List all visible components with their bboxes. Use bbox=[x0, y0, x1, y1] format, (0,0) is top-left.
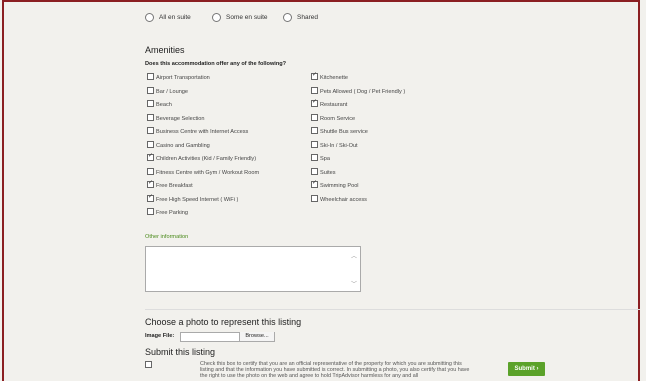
amenity-label: Swimming Pool bbox=[320, 183, 359, 189]
radio-all-en-suite[interactable]: All en suite bbox=[145, 13, 191, 22]
certify-checkbox[interactable] bbox=[145, 361, 152, 368]
amenity-children-activities-kid-family-friendly[interactable]: Children Activities (Kid / Family Friend… bbox=[147, 152, 257, 163]
amenity-free-breakfast[interactable]: Free Breakfast bbox=[147, 179, 193, 190]
amenity-label: Ski-In / Ski-Out bbox=[320, 142, 358, 149]
amenity-checkbox[interactable] bbox=[311, 127, 318, 134]
scroll-down-icon[interactable]: ﹀ bbox=[351, 279, 357, 288]
amenity-label: Beach bbox=[156, 102, 172, 108]
image-file-input[interactable]: Browse... bbox=[180, 332, 275, 342]
amenity-beach[interactable]: Beach bbox=[147, 100, 172, 109]
amenity-free-parking[interactable]: Free Parking bbox=[147, 208, 188, 217]
radio-label: All en suite bbox=[159, 14, 191, 22]
amenity-suites[interactable]: Suites bbox=[311, 167, 336, 177]
amenity-label: Free Breakfast bbox=[156, 183, 193, 189]
amenity-label: Business Centre with Internet Access bbox=[156, 129, 249, 135]
amenity-label: Free Parking bbox=[156, 210, 189, 216]
other-information-label: Other information bbox=[145, 234, 189, 240]
amenity-spa[interactable]: Spa bbox=[311, 154, 330, 163]
amenity-checkbox[interactable] bbox=[311, 167, 318, 175]
amenities-question: Does this accommodation offer any of the… bbox=[145, 61, 287, 67]
amenity-checkbox[interactable] bbox=[311, 113, 318, 121]
chevron-right-icon: › bbox=[536, 366, 539, 372]
amenity-label: Fitness Centre with Gym / Workout Room bbox=[156, 169, 260, 176]
amenity-label: Kitchenette bbox=[320, 75, 348, 81]
page-frame bbox=[2, 0, 640, 381]
amenity-label: Pets Allowed ( Dog / Pet Friendly ) bbox=[320, 88, 406, 95]
amenity-checkbox[interactable] bbox=[311, 154, 318, 161]
amenity-beverage-selection[interactable]: Beverage Selection bbox=[147, 113, 205, 123]
radio-some-en-suite[interactable]: Some en suite bbox=[212, 13, 268, 22]
radio-circle[interactable] bbox=[212, 13, 221, 22]
amenity-checkbox[interactable] bbox=[147, 208, 154, 215]
amenity-checkbox[interactable] bbox=[147, 167, 154, 175]
image-file-label: Image File: bbox=[145, 333, 175, 339]
amenity-kitchenette[interactable]: Kitchenette bbox=[311, 71, 348, 82]
amenity-label: Suites bbox=[320, 169, 336, 176]
other-information-textarea[interactable]: ︿ ﹀ bbox=[145, 246, 361, 292]
amenity-checkbox[interactable] bbox=[311, 86, 318, 94]
amenity-checkbox[interactable] bbox=[147, 179, 154, 188]
radio-circle[interactable] bbox=[145, 13, 154, 22]
amenity-label: Room Service bbox=[320, 115, 356, 122]
amenity-checkbox[interactable] bbox=[147, 113, 154, 121]
amenity-checkbox[interactable] bbox=[147, 100, 154, 107]
amenity-label: Airport Transportation bbox=[156, 75, 210, 81]
amenity-pets-allowed-dog-pet-friendly[interactable]: Pets Allowed ( Dog / Pet Friendly ) bbox=[311, 86, 406, 96]
amenity-checkbox[interactable] bbox=[147, 73, 154, 80]
amenity-label: Wheelchair access bbox=[320, 196, 367, 203]
amenity-label: Casino and Gambling bbox=[156, 142, 210, 149]
amenity-label: Free High Speed Internet ( WiFi ) bbox=[156, 196, 239, 203]
amenity-free-high-speed-internet-wifi[interactable]: Free High Speed Internet ( WiFi ) bbox=[147, 193, 239, 204]
submit-button-label: Submit bbox=[514, 366, 535, 372]
amenity-ski-in-ski-out[interactable]: Ski-In / Ski-Out bbox=[311, 140, 358, 150]
amenity-label: Restaurant bbox=[320, 102, 348, 108]
amenity-business-centre-with-internet-access[interactable]: Business Centre with Internet Access bbox=[147, 127, 248, 136]
scroll-up-icon[interactable]: ︿ bbox=[351, 251, 357, 260]
section-divider bbox=[145, 309, 640, 310]
photo-section-title: Choose a photo to represent this listing bbox=[145, 317, 302, 327]
amenity-checkbox[interactable] bbox=[147, 152, 154, 161]
amenity-checkbox[interactable] bbox=[311, 179, 318, 188]
certify-text: Check this box to certify that you are a… bbox=[200, 361, 470, 379]
browse-button[interactable]: Browse... bbox=[239, 332, 274, 341]
amenity-checkbox[interactable] bbox=[311, 194, 318, 202]
amenity-fitness-centre-with-gym-workout-room[interactable]: Fitness Centre with Gym / Workout Room bbox=[147, 167, 260, 177]
amenity-label: Bar / Lounge bbox=[156, 88, 189, 95]
amenity-room-service[interactable]: Room Service bbox=[311, 113, 356, 123]
amenities-heading: Amenities bbox=[145, 45, 185, 55]
amenity-swimming-pool[interactable]: Swimming Pool bbox=[311, 179, 359, 190]
amenity-airport-transportation[interactable]: Airport Transportation bbox=[147, 73, 210, 82]
submit-button[interactable]: Submit › bbox=[508, 362, 545, 376]
radio-shared[interactable]: Shared bbox=[283, 13, 318, 22]
amenity-label: Children Activities (Kid / Family Friend… bbox=[156, 156, 257, 162]
amenity-casino-and-gambling[interactable]: Casino and Gambling bbox=[147, 140, 210, 150]
amenity-checkbox[interactable] bbox=[147, 127, 154, 134]
amenity-label: Shuttle Bus service bbox=[320, 129, 368, 135]
amenity-checkbox[interactable] bbox=[147, 140, 154, 148]
amenity-restaurant[interactable]: Restaurant bbox=[311, 98, 348, 109]
amenity-checkbox[interactable] bbox=[147, 193, 154, 202]
amenity-wheelchair-access[interactable]: Wheelchair access bbox=[311, 194, 367, 204]
submit-section-title: Submit this listing bbox=[145, 347, 216, 357]
amenity-checkbox[interactable] bbox=[311, 98, 318, 107]
amenity-checkbox[interactable] bbox=[311, 140, 318, 148]
amenity-label: Spa bbox=[320, 156, 330, 162]
radio-circle[interactable] bbox=[283, 13, 292, 22]
radio-label: Some en suite bbox=[226, 14, 268, 22]
amenity-label: Beverage Selection bbox=[156, 115, 205, 122]
amenity-checkbox[interactable] bbox=[147, 86, 154, 94]
amenity-bar-lounge[interactable]: Bar / Lounge bbox=[147, 86, 189, 96]
amenity-checkbox[interactable] bbox=[311, 71, 318, 80]
amenity-shuttle-bus-service[interactable]: Shuttle Bus service bbox=[311, 127, 368, 136]
radio-label: Shared bbox=[297, 14, 318, 22]
